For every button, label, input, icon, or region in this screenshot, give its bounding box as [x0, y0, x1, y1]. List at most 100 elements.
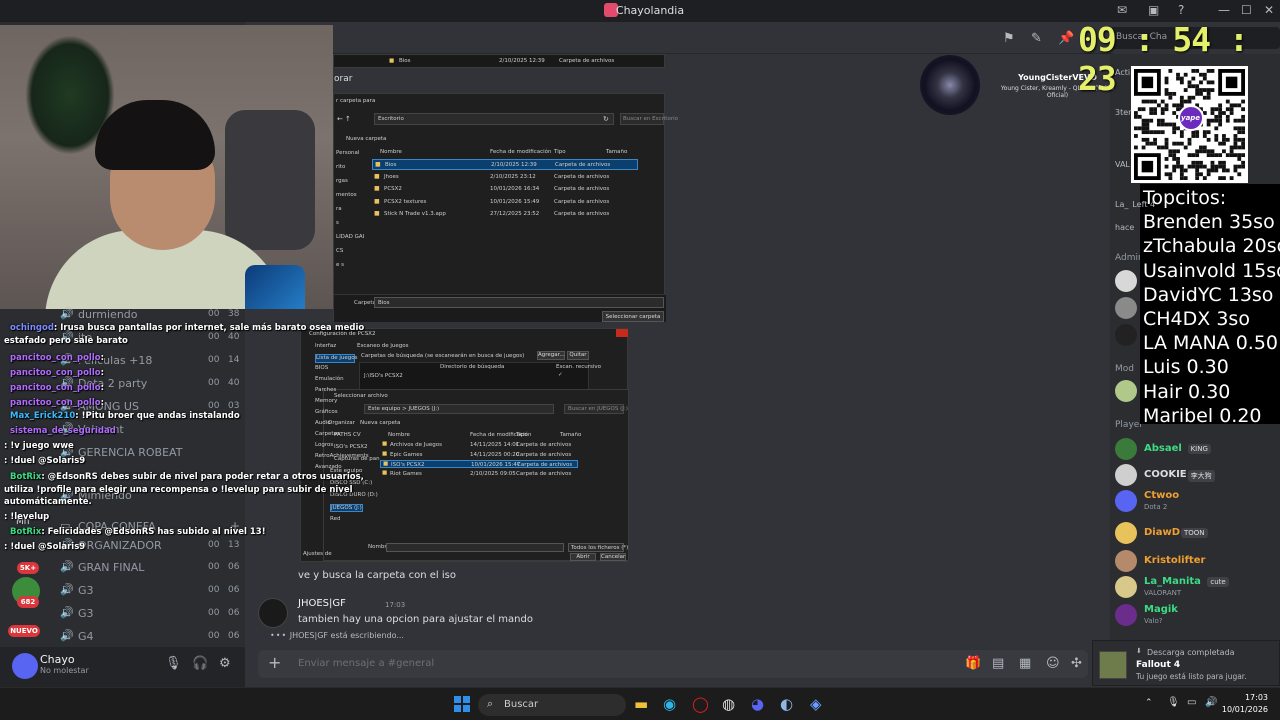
settings-nav-item[interactable]: Logros [315, 442, 355, 451]
sticker-icon[interactable]: ▦ [1019, 656, 1031, 671]
settings-nav-item[interactable]: RetroAchievements [315, 453, 369, 462]
file-row[interactable]: ■ Archivos de Juegos 14/11/2025 14:01 Carpe… [380, 441, 578, 449]
headphones-icon[interactable]: 🎧 [192, 656, 208, 671]
search-box[interactable]: Buscar en JUEGOS (J:) [564, 404, 628, 414]
file-row[interactable]: ■ Stick N Trade v1.3.app 27/12/2025 23:52 C… [372, 209, 638, 220]
apps-icon[interactable]: ✣ [1071, 656, 1082, 671]
start-button[interactable] [454, 696, 470, 712]
edge-browser-icon[interactable]: ◉ [663, 695, 676, 713]
cancel-button[interactable]: Cancelar [600, 553, 626, 561]
member-item[interactable]: hace [1115, 223, 1134, 232]
obs-icon[interactable]: ◍ [722, 695, 735, 713]
nav-item[interactable]: e s [336, 262, 344, 268]
column-header[interactable]: Tipo [516, 432, 528, 438]
nav-item[interactable]: mentos [336, 192, 357, 198]
avatar[interactable] [1115, 490, 1137, 512]
channel-item[interactable]: 🔊 G3 00 06 [60, 581, 245, 601]
tree-item[interactable]: Red [330, 516, 340, 522]
file-row[interactable]: ■ PCSX2 textures 10/01/2026 15:49 Carpeta d… [372, 197, 638, 208]
minimize-icon[interactable]: — [1218, 3, 1230, 17]
file-row[interactable]: ■ Riot Games 2/10/2025 09:05 Carpeta de arc… [380, 470, 578, 478]
select-folder-button[interactable]: Seleccionar carpeta [602, 311, 664, 322]
notification-bell-icon[interactable]: ✎ [1031, 31, 1042, 46]
steam-icon[interactable]: ◐ [780, 695, 793, 713]
member-name[interactable]: Magik [1144, 604, 1178, 615]
channel-item[interactable]: 🔊 G3 00 06 [60, 604, 245, 624]
avatar[interactable] [1115, 576, 1137, 598]
network-icon[interactable]: ▭ [1187, 697, 1196, 708]
file-name-input[interactable] [386, 543, 564, 552]
settings-nav-item[interactable]: Carpetas [315, 431, 355, 440]
settings-nav-item[interactable]: Memory [315, 398, 355, 407]
member-item[interactable]: Acti [1115, 68, 1130, 77]
help-icon[interactable]: ? [1178, 3, 1184, 17]
member-name[interactable]: La_Manita [1144, 576, 1201, 587]
settings-nav-item[interactable]: BIOS [315, 365, 355, 374]
nav-item[interactable]: Personal [336, 150, 359, 156]
explorer-row[interactable]: ■ Bios 2/10/2025 12:39 Carpeta de archiv… [333, 54, 665, 68]
search-dir-entry[interactable]: J:\ISO's PCSX2 [364, 373, 403, 379]
nav-item[interactable]: rgas [336, 178, 348, 184]
settings-nav-item[interactable]: Interfaz [315, 343, 355, 352]
channel-item[interactable]: 🔊 GERENCIA ROBEAT [60, 443, 245, 463]
settings-icon[interactable]: ⚙ [219, 656, 231, 671]
microphone-icon[interactable]: 🎙 [1167, 697, 1180, 708]
new-folder-button[interactable]: Nueva carpeta [360, 420, 400, 426]
column-header[interactable]: Tamaño [560, 432, 581, 438]
avatar[interactable] [1115, 297, 1137, 319]
message-composer[interactable]: + Enviar mensaje a #general 🎁 ▤ ▦ ☺ ✣ [258, 650, 1088, 678]
avatar[interactable] [1115, 604, 1137, 626]
address-bar[interactable]: Este equipo > JUEGOS (J:) [364, 404, 554, 414]
nav-item[interactable]: CS [336, 248, 343, 254]
member-name[interactable]: Kristolifter [1144, 555, 1205, 566]
tree-item[interactable]: JUEGOS (J:) [330, 504, 363, 512]
emoji-icon[interactable]: ☺ [1046, 656, 1060, 671]
add-button[interactable]: Agregar... [537, 351, 565, 360]
member-name[interactable]: DiawD [1144, 527, 1180, 538]
file-row[interactable]: ■ PCSX2 10/01/2026 16:34 Carpeta de archivo… [372, 184, 638, 195]
column-header[interactable]: Tipo [554, 149, 566, 155]
avatar[interactable] [258, 598, 288, 628]
message-input[interactable]: Enviar mensaje a #general [298, 658, 434, 669]
member-item[interactable]: VAL [1115, 160, 1130, 169]
checkbox-icon[interactable]: ✓ [558, 372, 563, 378]
inbox-icon[interactable]: ✉ [1117, 3, 1127, 17]
nav-item[interactable]: LIDAD GAI [336, 234, 364, 240]
monitor-icon[interactable]: ▣ [1148, 3, 1159, 17]
channel-item[interactable]: 🔊 durmiendo 00 38 [60, 305, 245, 325]
member-name[interactable]: Absael [1144, 443, 1182, 454]
threads-icon[interactable]: ⚑ [1003, 31, 1015, 46]
pcsx2-icon[interactable]: ◈ [810, 695, 822, 713]
open-button[interactable]: Abrir [570, 553, 596, 561]
discord-icon[interactable]: ◕ [751, 695, 764, 713]
member-item[interactable]: 3ter [1115, 108, 1131, 117]
channel-item[interactable]: 🔊 G4 00 06 [60, 627, 245, 647]
settings-nav-item[interactable]: Audio [315, 420, 355, 429]
back-icon[interactable]: ← [337, 115, 343, 123]
file-explorer-icon[interactable]: ▬ [634, 695, 648, 713]
message-author[interactable]: JHOES|GF [298, 598, 346, 609]
file-row[interactable]: ■ ISO's PCSX2 10/01/2026 15:47 Carpeta de a… [380, 460, 578, 468]
up-icon[interactable]: ↑ [345, 115, 351, 123]
opera-browser-icon[interactable]: ◯ [692, 695, 709, 713]
avatar[interactable] [1115, 380, 1137, 402]
microphone-icon[interactable]: 🎙 [165, 656, 182, 671]
add-attachment-icon[interactable]: + [268, 653, 281, 672]
taskbar-search[interactable]: ⌕ Buscar [478, 694, 626, 716]
gif-icon[interactable]: ▤ [992, 656, 1004, 671]
file-row[interactable]: ■ Jhoes 2/10/2025 23:12 Carpeta de archivos [372, 172, 638, 183]
nav-item[interactable]: rito [336, 164, 345, 170]
column-header[interactable]: Tamaño [606, 149, 627, 155]
avatar[interactable] [1115, 522, 1137, 544]
pin-icon[interactable]: 📌 [1058, 31, 1074, 46]
avatar[interactable] [12, 653, 38, 679]
new-folder-button[interactable]: Nueva carpeta [346, 136, 386, 142]
avatar[interactable] [1115, 550, 1137, 572]
member-name[interactable]: COOKIE [1144, 469, 1187, 480]
column-header[interactable]: Fecha de modificación [490, 149, 552, 155]
close-icon[interactable]: ✕ [1264, 3, 1274, 17]
file-row[interactable]: ■ Bios 2/10/2025 12:39 Carpeta de archivos [372, 159, 638, 170]
remove-button[interactable]: Quitar [567, 351, 589, 360]
avatar[interactable] [1115, 438, 1137, 460]
settings-nav-item[interactable]: Parches [315, 387, 355, 396]
